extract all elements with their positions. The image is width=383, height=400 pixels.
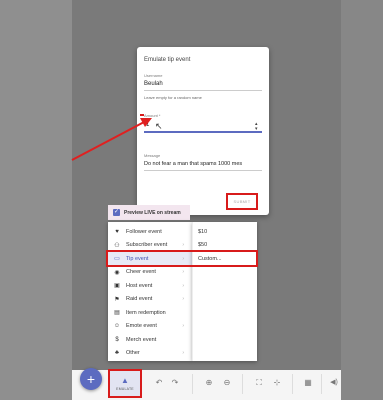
username-hint: Leave empty for a random name: [144, 95, 202, 100]
dollar-icon: $: [115, 336, 119, 343]
menu-item-emote-event[interactable]: ☺ Emote event ›: [108, 320, 192, 334]
menu-item-label: Merch event: [126, 336, 157, 343]
fit-screen-icon[interactable]: ⛶: [252, 376, 266, 390]
dialog-title: Emulate tip event: [144, 57, 191, 63]
username-label: Username: [144, 73, 163, 78]
amount-marker: [140, 114, 144, 116]
other-icon: ♣: [115, 350, 119, 357]
background-right: [341, 0, 383, 400]
menu-item-label: Cheer event: [126, 269, 156, 276]
background-left: [0, 0, 72, 400]
zoom-out-icon[interactable]: ⊖: [220, 376, 234, 390]
emulate-icon: ▲: [121, 376, 129, 385]
menu-item-raid-event[interactable]: ⚑ Raid event ›: [108, 293, 192, 307]
tip-event-highlight: [106, 250, 258, 267]
preview-label: Preview LIVE on stream: [124, 209, 181, 216]
preview-checkbox[interactable]: ✓: [113, 209, 120, 216]
message-field[interactable]: Do not fear a man that spams 1000 mes: [144, 161, 266, 167]
tip-amount-submenu: $10 $50 Custom...: [192, 222, 257, 361]
chevron-right-icon: ›: [182, 269, 184, 276]
gift-icon: ▤: [114, 310, 120, 317]
amount-field[interactable]: -1: [144, 122, 149, 128]
chevron-right-icon: ›: [182, 323, 184, 330]
preview-live-toggle[interactable]: ✓ Preview LIVE on stream: [108, 205, 190, 220]
menu-item-item-redemption[interactable]: ▤ Item redemption: [108, 306, 192, 320]
menu-item-label: Other: [126, 350, 140, 357]
menu-item-label: Follower event: [126, 228, 162, 235]
emulate-button[interactable]: ▲ EMULATE: [108, 369, 142, 398]
add-button[interactable]: +: [80, 368, 102, 390]
grid-icon[interactable]: ▦: [301, 376, 315, 390]
menu-item-label: Host event: [126, 282, 153, 289]
menu-item-other[interactable]: ♣ Other ›: [108, 347, 192, 361]
emote-icon: ☺: [113, 323, 121, 330]
username-underline: [144, 90, 262, 91]
menu-item-merch-event[interactable]: $ Merch event: [108, 333, 192, 347]
chevron-right-icon: ›: [182, 296, 184, 303]
raid-icon: ⚑: [114, 296, 120, 303]
center-icon[interactable]: ⊹: [270, 376, 284, 390]
username-field[interactable]: Beulah: [144, 81, 163, 87]
message-underline: [144, 170, 262, 171]
chevron-right-icon: ›: [182, 282, 184, 289]
toolbar-divider: [292, 374, 293, 394]
heart-icon: ♥: [115, 228, 119, 235]
redo-icon[interactable]: ↷: [168, 376, 182, 390]
menu-item-label: Raid event: [126, 296, 153, 303]
amount-underline: [144, 131, 262, 133]
zoom-in-icon[interactable]: ⊕: [202, 376, 216, 390]
chevron-right-icon: ›: [182, 350, 184, 357]
undo-icon[interactable]: ↶: [152, 376, 166, 390]
monitor-icon: ▣: [114, 283, 120, 290]
menu-item-label: Emote event: [126, 323, 157, 330]
chevron-right-icon: ›: [182, 242, 184, 249]
person-add-icon: ⚇: [114, 242, 120, 249]
menu-item-label: Item redemption: [126, 309, 166, 316]
emulate-tip-dialog: Emulate tip event Username Beulah Leave …: [137, 47, 269, 215]
toolbar-divider: [321, 374, 322, 394]
message-label: Message: [144, 153, 161, 158]
toolbar-divider: [192, 374, 193, 394]
submenu-item-10[interactable]: $10: [193, 225, 258, 238]
event-menu: ♥ Follower event ⚇ Subscriber event › ▭ …: [108, 222, 192, 361]
submit-button[interactable]: SUBMIT: [226, 193, 258, 210]
menu-item-follower-event[interactable]: ♥ Follower event: [108, 225, 192, 239]
cheer-icon: ◉: [114, 269, 120, 276]
emulate-label: EMULATE: [116, 387, 134, 391]
toolbar-divider: [242, 374, 243, 394]
menu-item-cheer-event[interactable]: ◉ Cheer event ›: [108, 266, 192, 280]
amount-label: Amount *: [144, 113, 161, 118]
menu-item-host-event[interactable]: ▣ Host event ›: [108, 279, 192, 293]
volume-icon[interactable]: ◀): [327, 376, 341, 390]
menu-item-label: Subscriber event: [126, 242, 168, 249]
